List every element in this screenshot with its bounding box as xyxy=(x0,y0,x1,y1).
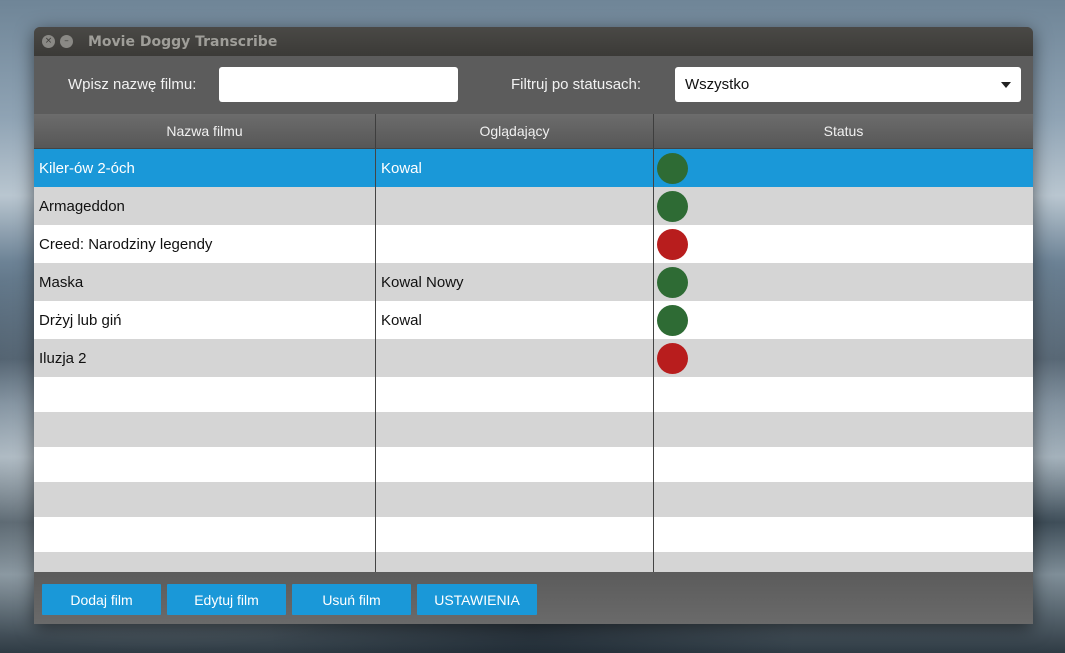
empty-cell xyxy=(376,412,654,447)
chevron-down-icon xyxy=(1001,82,1011,88)
table-row[interactable]: Drżyj lub giń Kowal xyxy=(34,301,1033,339)
empty-cell xyxy=(34,517,376,552)
close-icon: × xyxy=(44,36,53,46)
table-header: Nazwa filmu Oglądający Status xyxy=(34,114,1033,149)
minimize-icon: – xyxy=(64,36,69,46)
status-red-icon xyxy=(657,228,688,260)
cell-status xyxy=(654,301,1033,339)
empty-cell xyxy=(376,447,654,482)
empty-cell xyxy=(376,377,654,412)
status-filter-label: Filtruj po statusach: xyxy=(511,76,642,93)
cell-viewer xyxy=(376,339,654,377)
table-body: Kiler-ów 2-óch Kowal Armageddon Creed: Naro… xyxy=(34,149,1033,572)
column-header-viewer[interactable]: Oglądający xyxy=(376,114,654,148)
empty-table-row xyxy=(34,552,1033,572)
empty-cell xyxy=(654,517,1033,552)
app-window: × – Movie Doggy Transcribe Wpisz nazwę f… xyxy=(34,27,1033,624)
empty-cell xyxy=(376,552,654,572)
status-red-icon xyxy=(657,342,688,374)
empty-cell xyxy=(376,482,654,517)
empty-cell xyxy=(654,447,1033,482)
delete-movie-button[interactable]: Usuń film xyxy=(292,584,411,615)
cell-status xyxy=(654,187,1033,225)
edit-movie-button[interactable]: Edytuj film xyxy=(167,584,286,615)
cell-movie-name: Iluzja 2 xyxy=(34,339,376,377)
status-green-icon xyxy=(657,304,688,336)
filter-toolbar: Wpisz nazwę filmu: Filtruj po statusach:… xyxy=(34,56,1033,114)
table-row[interactable]: Armageddon xyxy=(34,187,1033,225)
search-input[interactable] xyxy=(219,67,458,102)
cell-status xyxy=(654,339,1033,377)
status-filter-value: Wszystko xyxy=(685,76,750,93)
cell-viewer xyxy=(376,225,654,263)
empty-cell xyxy=(654,552,1033,572)
cell-movie-name: Armageddon xyxy=(34,187,376,225)
empty-cell xyxy=(34,447,376,482)
minimize-window-button[interactable]: – xyxy=(60,35,73,48)
empty-cell xyxy=(376,517,654,552)
empty-cell xyxy=(654,412,1033,447)
empty-table-row xyxy=(34,412,1033,447)
titlebar: × – Movie Doggy Transcribe xyxy=(34,27,1033,56)
cell-movie-name: Drżyj lub giń xyxy=(34,301,376,339)
cell-viewer: Kowal xyxy=(376,149,654,187)
empty-table-row xyxy=(34,377,1033,412)
cell-movie-name: Maska xyxy=(34,263,376,301)
table-row[interactable]: Maska Kowal Nowy xyxy=(34,263,1033,301)
cell-viewer: Kowal xyxy=(376,301,654,339)
window-title: Movie Doggy Transcribe xyxy=(88,33,278,50)
cell-status xyxy=(654,263,1033,301)
table-row[interactable]: Kiler-ów 2-óch Kowal xyxy=(34,149,1033,187)
add-movie-button[interactable]: Dodaj film xyxy=(42,584,161,615)
movies-table: Nazwa filmu Oglądający Status Kiler-ów 2… xyxy=(34,114,1033,572)
empty-table-row xyxy=(34,447,1033,482)
cell-viewer: Kowal Nowy xyxy=(376,263,654,301)
empty-table-row xyxy=(34,517,1033,552)
empty-cell xyxy=(654,377,1033,412)
empty-table-row xyxy=(34,482,1033,517)
cell-movie-name: Creed: Narodziny legendy xyxy=(34,225,376,263)
table-row[interactable]: Creed: Narodziny legendy xyxy=(34,225,1033,263)
table-row[interactable]: Iluzja 2 xyxy=(34,339,1033,377)
close-window-button[interactable]: × xyxy=(42,35,55,48)
status-green-icon xyxy=(657,190,688,222)
column-header-name[interactable]: Nazwa filmu xyxy=(34,114,376,148)
empty-cell xyxy=(654,482,1033,517)
search-label: Wpisz nazwę filmu: xyxy=(68,76,197,93)
status-filter-select[interactable]: Wszystko xyxy=(675,67,1021,102)
cell-movie-name: Kiler-ów 2-óch xyxy=(34,149,376,187)
status-green-icon xyxy=(657,152,688,184)
status-green-icon xyxy=(657,266,688,298)
empty-cell xyxy=(34,412,376,447)
settings-button[interactable]: USTAWIENIA xyxy=(417,584,537,615)
empty-cell xyxy=(34,377,376,412)
empty-cell xyxy=(34,552,376,572)
action-bar: Dodaj film Edytuj film Usuń film USTAWIE… xyxy=(34,572,1033,624)
column-header-status[interactable]: Status xyxy=(654,114,1033,148)
cell-viewer xyxy=(376,187,654,225)
empty-cell xyxy=(34,482,376,517)
cell-status xyxy=(654,149,1033,187)
cell-status xyxy=(654,225,1033,263)
